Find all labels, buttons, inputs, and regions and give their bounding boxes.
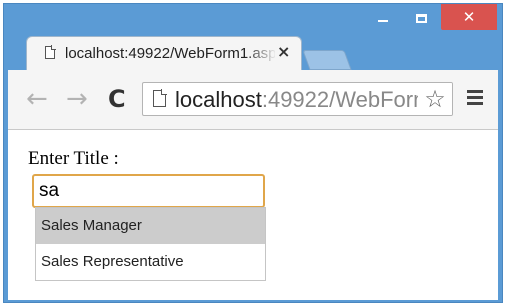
address-bar[interactable]: localhost:49922/WebForm1.aspx ☆ bbox=[142, 82, 453, 116]
new-tab-button[interactable] bbox=[302, 50, 352, 70]
close-window-button[interactable]: ✕ bbox=[441, 4, 497, 30]
url-text: localhost:49922/WebForm1.aspx bbox=[175, 87, 452, 113]
reload-icon[interactable]: C bbox=[108, 86, 126, 112]
minimize-button[interactable] bbox=[366, 4, 400, 32]
browser-window: ✕ localhost:49922/WebForm1.aspx × ← → C … bbox=[3, 3, 503, 303]
autocomplete-item[interactable]: Sales Manager bbox=[36, 208, 265, 244]
page-icon bbox=[153, 89, 167, 107]
close-icon: ✕ bbox=[462, 8, 476, 26]
minimize-icon bbox=[378, 20, 388, 22]
browser-toolbar: ← → C localhost:49922/WebForm1.aspx ☆ bbox=[8, 70, 498, 130]
autocomplete-list: Sales Manager Sales Representative bbox=[35, 207, 266, 281]
enter-title-label: Enter Title : bbox=[28, 148, 119, 169]
back-arrow-icon[interactable]: ← bbox=[26, 86, 48, 112]
maximize-icon bbox=[415, 13, 427, 23]
hamburger-menu-icon[interactable] bbox=[467, 90, 483, 105]
page-icon bbox=[45, 45, 56, 59]
title-input[interactable] bbox=[32, 174, 265, 208]
autocomplete-item[interactable]: Sales Representative bbox=[36, 244, 265, 280]
bookmark-star-icon[interactable]: ☆ bbox=[418, 83, 452, 115]
browser-tab[interactable]: localhost:49922/WebForm1.aspx × bbox=[26, 36, 302, 70]
tab-title: localhost:49922/WebForm1.aspx bbox=[65, 45, 275, 62]
url-host: localhost bbox=[175, 87, 262, 112]
tab-close-icon[interactable]: × bbox=[277, 42, 290, 61]
forward-arrow-icon[interactable]: → bbox=[66, 86, 88, 112]
page-content: Enter Title : Sales Manager Sales Repres… bbox=[8, 130, 498, 300]
maximize-button[interactable] bbox=[404, 4, 438, 32]
